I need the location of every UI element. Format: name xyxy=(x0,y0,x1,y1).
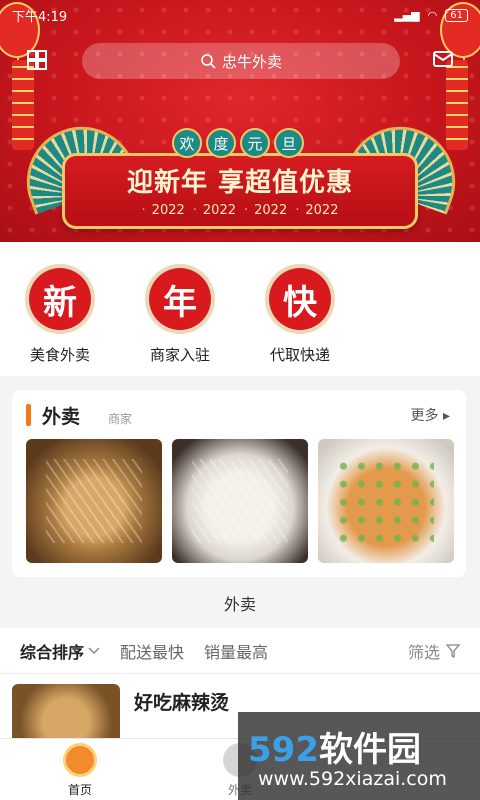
dish-image[interactable] xyxy=(26,439,162,563)
badge-char: 元 xyxy=(240,128,270,158)
sort-option-label: 综合排序 xyxy=(20,642,85,662)
watermark-number: 592 xyxy=(248,730,319,770)
seal-glyph: 年 xyxy=(163,282,197,323)
search-icon xyxy=(201,54,216,69)
badge-char: 旦 xyxy=(274,128,304,158)
watermark-url: www.592xiazai.com xyxy=(258,768,447,790)
banner-year: 2022 xyxy=(244,203,287,218)
filter-label: 筛选 xyxy=(407,642,440,662)
search-placeholder: 忠牛外卖 xyxy=(221,52,282,71)
category-button[interactable] xyxy=(22,44,52,76)
shop-name: 好吃麻辣烫 xyxy=(134,692,230,714)
quick-entry-panel: 新 美食外卖 年 商家入驻 快 代取快递 xyxy=(0,242,480,376)
seal-icon: 年 xyxy=(145,264,215,334)
dish-image[interactable] xyxy=(318,439,454,563)
seal-icon: 新 xyxy=(25,264,95,334)
sort-option-default[interactable]: 综合排序 xyxy=(20,639,100,663)
more-link[interactable]: 更多 ▸ xyxy=(411,405,450,425)
quick-entry-label: 商家入驻 xyxy=(149,346,210,364)
quick-entry-parcel-pickup[interactable]: 快 代取快递 xyxy=(260,264,340,365)
hero-banner[interactable]: 下午4:19 ▂▄▆ ◠ 61 忠牛外卖 欢 度 元 旦 迎新年 享超值优惠 ·… xyxy=(0,0,480,242)
nav-home[interactable]: 首页 xyxy=(40,743,120,798)
message-icon xyxy=(433,51,453,67)
filter-button[interactable]: 筛选 xyxy=(408,639,460,663)
takeout-card: 外卖 商家 更多 ▸ xyxy=(12,390,466,577)
banner-year: 2022 xyxy=(142,203,185,218)
watermark: 592软件园 www.592xiazai.com xyxy=(238,712,480,800)
banner-year: 2022 xyxy=(295,203,338,218)
banner-year: 2022 xyxy=(193,203,236,218)
signal-icon: ▂▄▆ xyxy=(394,8,420,22)
sort-bar: 综合排序 配送最快 销量最高 筛选 xyxy=(0,628,480,674)
badge-char: 度 xyxy=(206,128,236,158)
shop-thumbnail xyxy=(12,684,120,738)
seal-glyph: 新 xyxy=(43,282,77,323)
grid-icon xyxy=(27,50,47,70)
message-button[interactable] xyxy=(428,44,458,76)
nav-label: 首页 xyxy=(67,783,92,797)
filter-icon xyxy=(446,643,460,658)
banner-years: 2022 2022 2022 2022 xyxy=(62,203,418,218)
watermark-logo: 592软件园 xyxy=(248,722,421,771)
wifi-icon: ◠ xyxy=(427,8,438,22)
section-caption: 外卖 xyxy=(223,595,256,614)
status-time: 下午4:19 xyxy=(12,9,68,25)
quick-entry-label: 美食外卖 xyxy=(29,346,90,364)
chevron-down-icon xyxy=(88,646,100,654)
search-input[interactable]: 忠牛外卖 xyxy=(82,43,400,79)
home-icon xyxy=(63,743,97,777)
dish-image[interactable] xyxy=(172,439,308,563)
card-subtitle: 商家 xyxy=(108,412,133,426)
status-bar: 下午4:19 ▂▄▆ ◠ 61 xyxy=(0,0,480,30)
sort-option-bestselling[interactable]: 销量最高 xyxy=(204,639,268,663)
watermark-text: 软件园 xyxy=(318,730,421,770)
seal-glyph: 快 xyxy=(283,282,317,323)
quick-entry-food-delivery[interactable]: 新 美食外卖 xyxy=(20,264,100,365)
holiday-badges: 欢 度 元 旦 xyxy=(172,128,304,158)
quick-entry-merchant-join[interactable]: 年 商家入驻 xyxy=(140,264,220,365)
quick-entry-label: 代取快递 xyxy=(269,346,330,364)
sort-option-fastest[interactable]: 配送最快 xyxy=(120,639,184,663)
card-title: 外卖 xyxy=(42,406,81,428)
battery-indicator: 61 xyxy=(445,8,468,22)
seal-icon: 快 xyxy=(265,264,335,334)
banner-headline: 迎新年 享超值优惠 xyxy=(126,168,354,198)
section-accent-bar xyxy=(26,404,31,426)
badge-char: 欢 xyxy=(172,128,202,158)
